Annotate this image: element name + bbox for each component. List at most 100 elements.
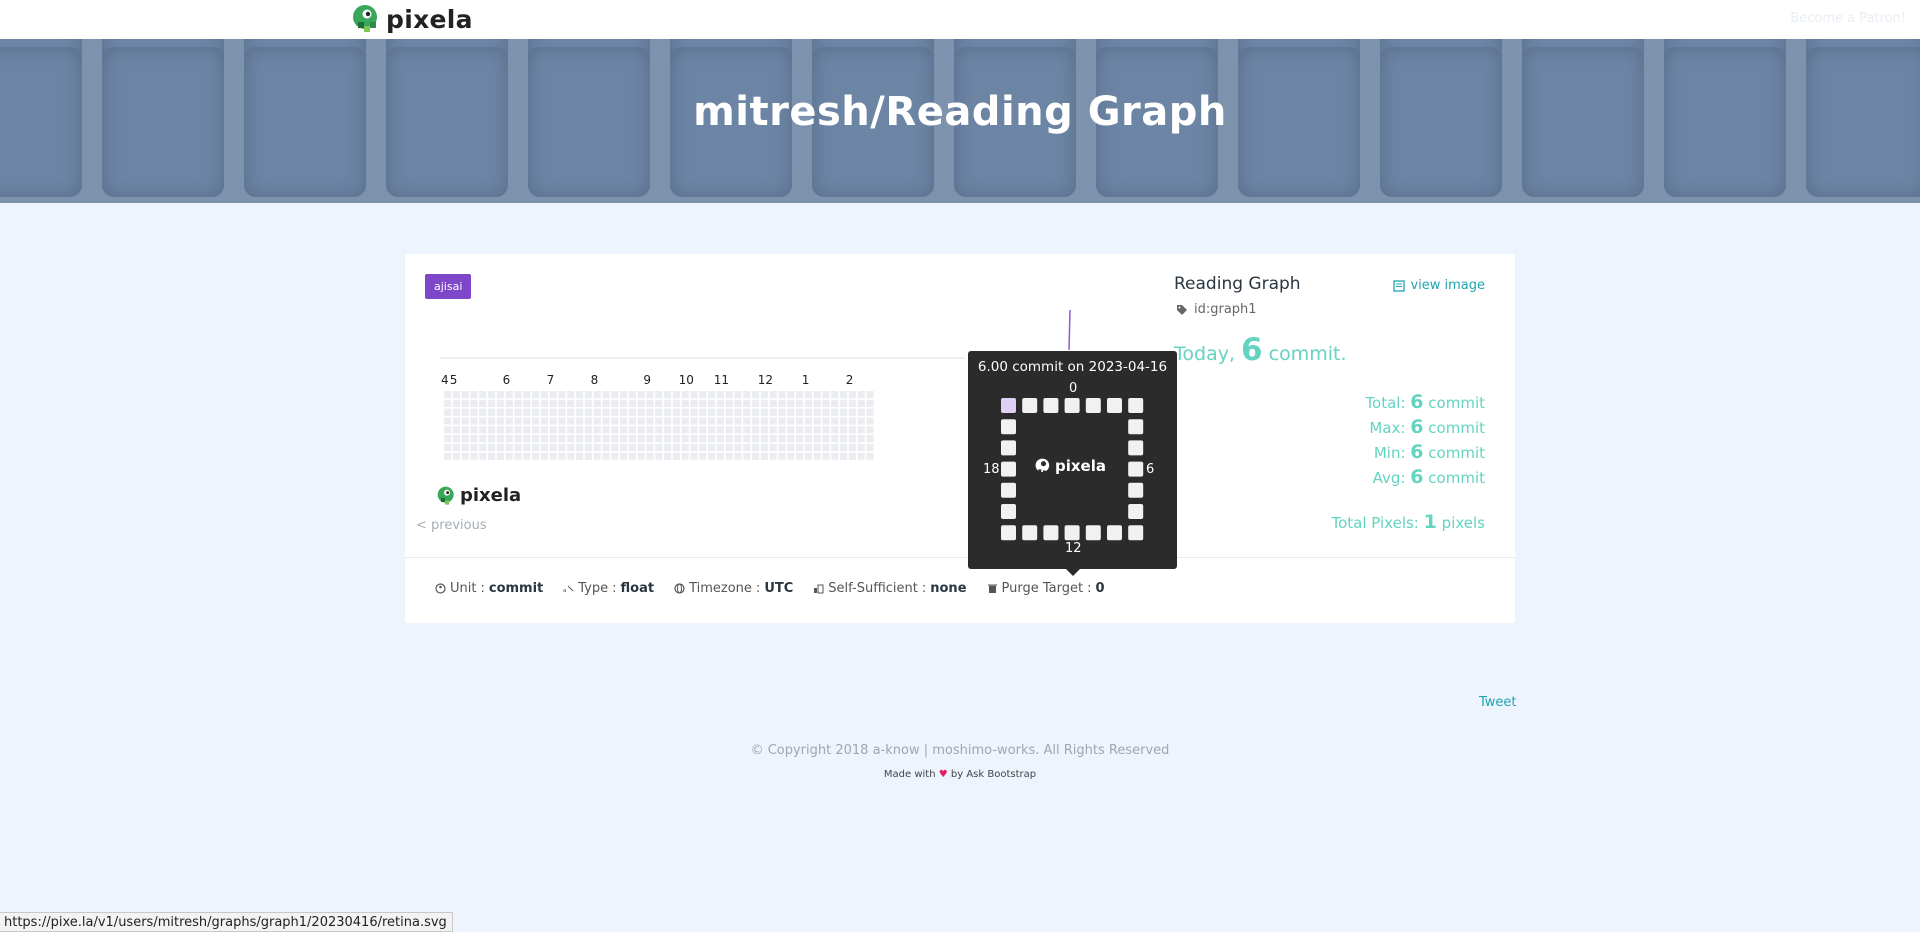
graph-pixel[interactable] [602,408,610,416]
graph-pixel[interactable] [796,391,804,399]
graph-pixel[interactable] [602,391,610,399]
graph-pixel[interactable] [760,435,768,443]
graph-pixel[interactable] [584,443,592,451]
graph-pixel[interactable] [567,408,575,416]
graph-pixel[interactable] [620,443,628,451]
graph-pixel[interactable] [778,417,786,425]
graph-pixel[interactable] [743,435,751,443]
graph-pixel[interactable] [866,435,874,443]
graph-pixel[interactable] [628,391,636,399]
graph-pixel[interactable] [470,452,478,460]
graph-pixel[interactable] [505,391,513,399]
previous-link[interactable]: < previous [416,518,487,533]
graph-pixel[interactable] [708,443,716,451]
graph-pixel[interactable] [664,408,672,416]
graph-pixel[interactable] [540,417,548,425]
graph-pixel[interactable] [540,443,548,451]
graph-pixel[interactable] [848,408,856,416]
graph-pixel[interactable] [496,426,504,434]
graph-pixel[interactable] [804,391,812,399]
graph-pixel[interactable] [496,443,504,451]
graph-pixel[interactable] [822,435,830,443]
graph-pixel[interactable] [532,391,540,399]
graph-pixel[interactable] [523,391,531,399]
graph-pixel[interactable] [813,417,821,425]
graph-pixel[interactable] [479,399,487,407]
graph-pixel[interactable] [655,435,663,443]
graph-pixel[interactable] [804,443,812,451]
graph-pixel[interactable] [576,391,584,399]
graph-pixel[interactable] [655,417,663,425]
graph-pixel[interactable] [444,443,452,451]
graph-pixel[interactable] [488,417,496,425]
graph-pixel[interactable] [672,435,680,443]
graph-pixel[interactable] [558,391,566,399]
graph-pixel[interactable] [593,426,601,434]
graph-pixel[interactable] [444,452,452,460]
graph-pixel[interactable] [584,417,592,425]
graph-pixel[interactable] [848,435,856,443]
graph-pixel[interactable] [796,435,804,443]
graph-pixel[interactable] [787,426,795,434]
graph-pixel[interactable] [681,391,689,399]
graph-pixel[interactable] [567,399,575,407]
graph-pixel[interactable] [505,443,513,451]
graph-pixel[interactable] [637,426,645,434]
graph-pixel[interactable] [787,417,795,425]
graph-pixel[interactable] [549,435,557,443]
graph-pixel[interactable] [708,391,716,399]
graph-pixel[interactable] [840,408,848,416]
graph-pixel[interactable] [716,435,724,443]
graph-pixel[interactable] [840,391,848,399]
graph-pixel[interactable] [611,443,619,451]
graph-pixel[interactable] [452,391,460,399]
graph-pixel[interactable] [540,452,548,460]
graph-pixel[interactable] [576,452,584,460]
graph-pixel[interactable] [532,443,540,451]
graph-pixel[interactable] [452,443,460,451]
graph-pixel[interactable] [813,435,821,443]
graph-pixel[interactable] [690,408,698,416]
graph-pixel[interactable] [778,399,786,407]
graph-pixel[interactable] [479,426,487,434]
graph-pixel[interactable] [796,452,804,460]
graph-pixel[interactable] [752,399,760,407]
graph-pixel[interactable] [628,452,636,460]
graph-pixel[interactable] [540,391,548,399]
graph-pixel[interactable] [558,408,566,416]
graph-pixel[interactable] [664,399,672,407]
graph-pixel[interactable] [690,435,698,443]
graph-pixel[interactable] [857,426,865,434]
graph-pixel[interactable] [470,399,478,407]
graph-pixel[interactable] [760,399,768,407]
graph-pixel[interactable] [461,391,469,399]
graph-pixel[interactable] [804,408,812,416]
graph-pixel[interactable] [840,399,848,407]
graph-pixel[interactable] [523,399,531,407]
graph-pixel[interactable] [681,426,689,434]
graph-pixel[interactable] [769,443,777,451]
graph-pixel[interactable] [672,452,680,460]
graph-pixel[interactable] [822,452,830,460]
graph-pixel[interactable] [549,391,557,399]
graph-pixel[interactable] [593,408,601,416]
graph-pixel[interactable] [787,408,795,416]
graph-pixel[interactable] [725,452,733,460]
graph-pixel[interactable] [593,443,601,451]
graph-pixel[interactable] [848,391,856,399]
graph-pixel[interactable] [620,435,628,443]
graph-pixel[interactable] [760,391,768,399]
graph-pixel[interactable] [593,435,601,443]
graph-pixel[interactable] [479,391,487,399]
graph-pixel[interactable] [866,426,874,434]
graph-pixel[interactable] [567,426,575,434]
graph-pixel[interactable] [479,443,487,451]
graph-pixel[interactable] [637,391,645,399]
graph-pixel[interactable] [488,443,496,451]
graph-pixel[interactable] [532,452,540,460]
graph-pixel[interactable] [602,417,610,425]
graph-pixel[interactable] [576,417,584,425]
graph-pixel[interactable] [690,417,698,425]
graph-pixel[interactable] [848,417,856,425]
graph-pixel[interactable] [470,443,478,451]
